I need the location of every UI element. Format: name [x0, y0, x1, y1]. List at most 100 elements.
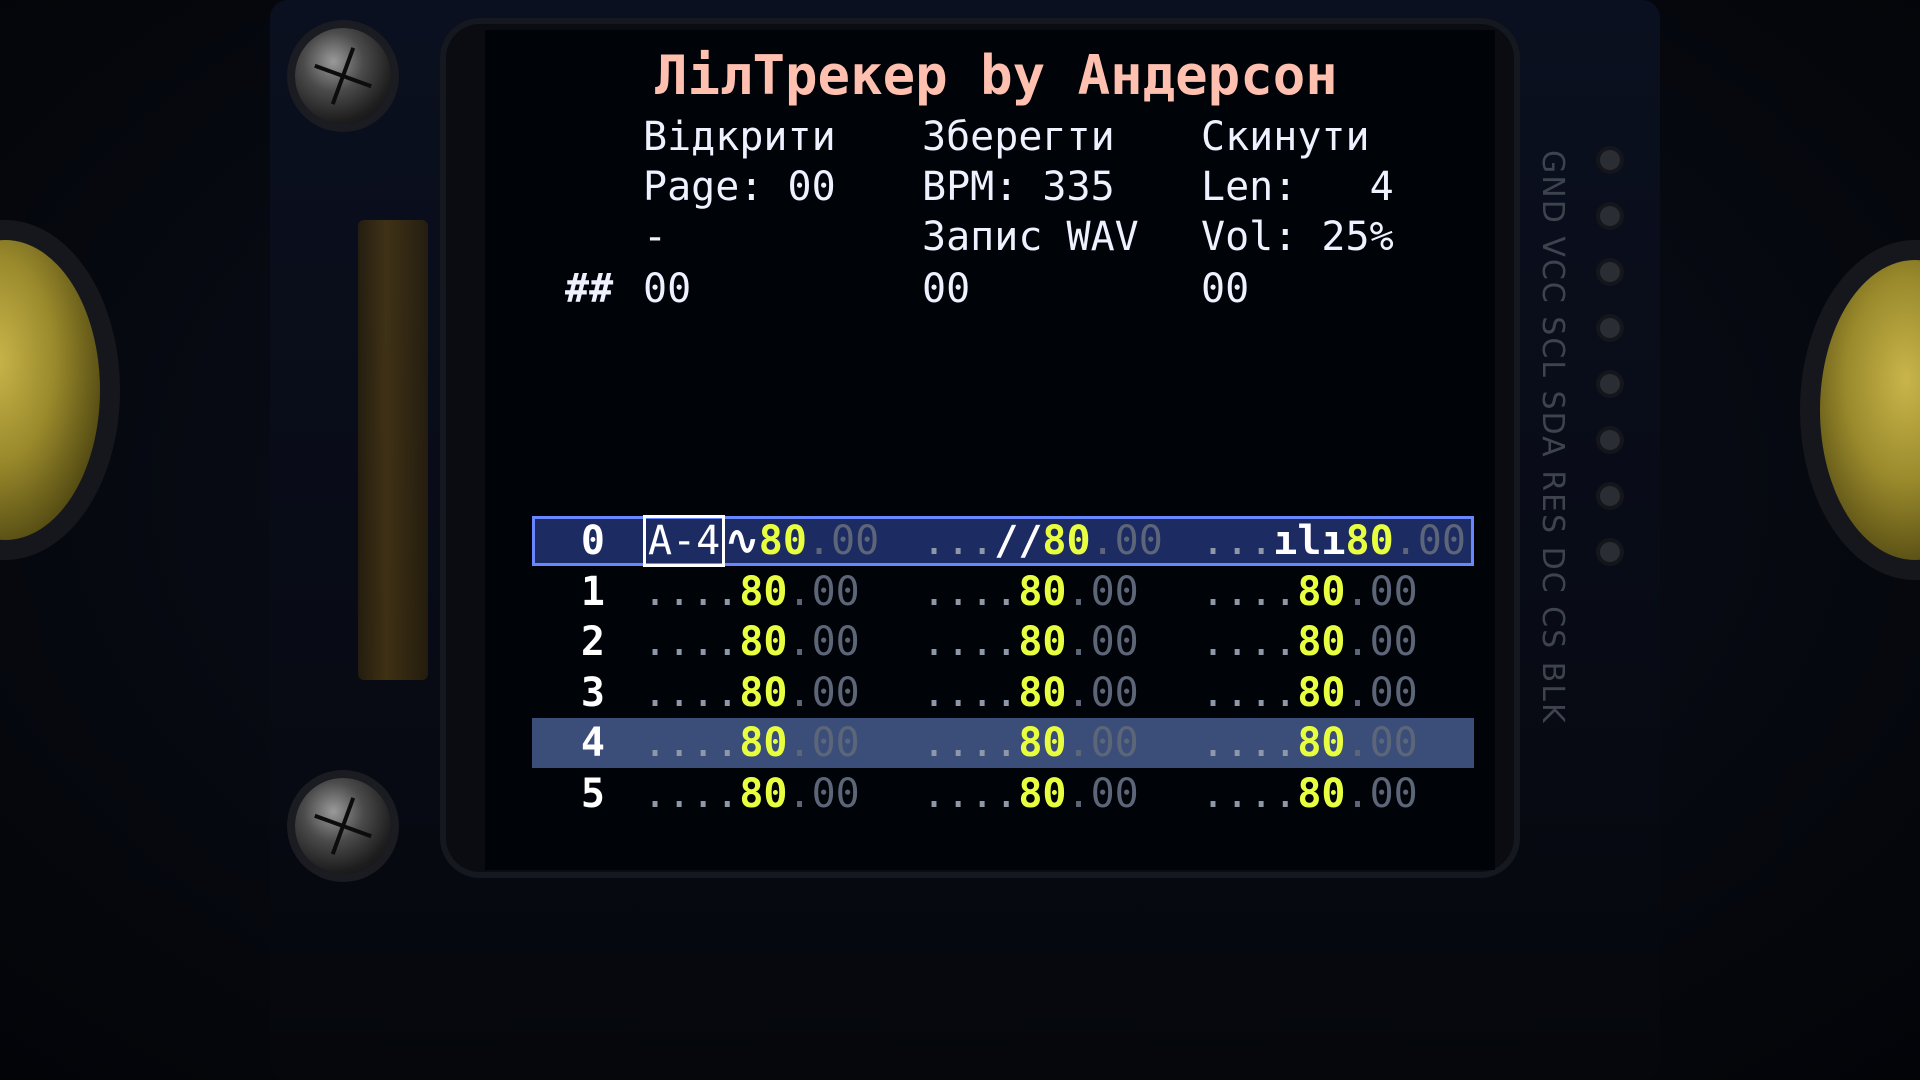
save-button[interactable]: Зберегти — [922, 114, 1115, 160]
effect-value: .00 — [1066, 670, 1139, 716]
effect-value: .00 — [1345, 720, 1418, 766]
effect-value: .00 — [1345, 569, 1418, 615]
note-cursor[interactable]: A-4 — [643, 515, 726, 567]
pattern-cell[interactable]: ....80.00 — [643, 617, 860, 667]
instrument-value: 80 — [1345, 518, 1394, 564]
effect-value: .00 — [787, 720, 860, 766]
instrument-value: 80 — [739, 619, 788, 665]
sine-wave-icon: ∿ — [725, 518, 759, 564]
empty-note: .... — [1201, 670, 1298, 716]
record-wav-button[interactable]: Запис WAV — [922, 214, 1139, 260]
open-button[interactable]: Відкрити — [643, 114, 836, 160]
pattern-row[interactable]: 1 ....80.00 ....80.00 ....80.00 — [535, 567, 1475, 617]
effect-value: .00 — [1345, 619, 1418, 665]
pattern-cell[interactable]: ....80.00 — [922, 668, 1139, 718]
empty-note: .... — [922, 619, 1019, 665]
effect-value: .00 — [1066, 619, 1139, 665]
page-selector[interactable]: Page: 00 — [643, 164, 836, 210]
pattern-row[interactable]: 4 ....80.00 ....80.00 ....80.00 — [535, 718, 1475, 768]
effect-value: .00 — [1393, 518, 1466, 564]
empty-note: .... — [1201, 619, 1298, 665]
effect-value: .00 — [787, 569, 860, 615]
empty-note: .... — [1201, 771, 1298, 817]
instrument-value: 80 — [1042, 518, 1091, 564]
empty-note: ... — [1201, 518, 1274, 564]
effect-value: .00 — [806, 518, 880, 564]
instrument-value: 80 — [1018, 569, 1067, 615]
effect-value: .00 — [787, 771, 860, 817]
screw-icon — [295, 28, 391, 124]
row-number: 2 — [580, 619, 605, 665]
pattern-cell[interactable]: ....80.00 — [1201, 718, 1418, 768]
instrument-value: 80 — [1297, 720, 1346, 766]
pattern-cell[interactable]: ....80.00 — [1201, 668, 1418, 718]
instrument-value: 80 — [739, 670, 788, 716]
instrument-value: 80 — [739, 569, 788, 615]
pattern-cell[interactable]: ....80.00 — [922, 769, 1139, 819]
instrument-value: 80 — [1297, 569, 1346, 615]
effect-value: .00 — [1345, 771, 1418, 817]
pattern-cell[interactable]: ....80.00 — [643, 567, 860, 617]
empty-note: .... — [922, 569, 1019, 615]
bpm-control[interactable]: BPM: 335 — [922, 164, 1115, 210]
pattern-row[interactable]: 2 ....80.00 ....80.00 ....80.00 — [535, 617, 1475, 667]
empty-note: .... — [1201, 720, 1298, 766]
empty-note: .... — [922, 670, 1019, 716]
instrument-value: 80 — [1018, 720, 1067, 766]
pattern-cell[interactable]: ....80.00 — [1201, 617, 1418, 667]
pattern-cell[interactable]: ....80.00 — [643, 668, 860, 718]
instrument-value: 80 — [1018, 670, 1067, 716]
pattern-cell[interactable]: ....80.00 — [643, 718, 860, 768]
pattern-row[interactable]: 3 ....80.00 ....80.00 ....80.00 — [535, 668, 1475, 718]
effect-value: .00 — [787, 619, 860, 665]
pattern-row[interactable]: 5 ....80.00 ....80.00 ....80.00 — [535, 769, 1475, 819]
pattern-cell[interactable]: ....80.00 — [1201, 567, 1418, 617]
empty-note: .... — [922, 720, 1019, 766]
instrument-value: 80 — [739, 720, 788, 766]
pattern-row[interactable]: 0 A-4 ∿80.00 ...∕∕80.00 ...ılı80.00 — [535, 515, 1475, 567]
channel-1-header[interactable]: 00 — [643, 266, 691, 312]
empty-note: .... — [643, 720, 740, 766]
volume-control[interactable]: Vol: 25% — [1201, 214, 1394, 260]
effect-value: .00 — [1066, 720, 1139, 766]
instrument-value: 80 — [1297, 771, 1346, 817]
pattern-cell[interactable]: ....80.00 — [922, 617, 1139, 667]
pattern-cell[interactable]: ...ılı80.00 — [1201, 516, 1466, 566]
pattern-cell[interactable]: ....80.00 — [922, 567, 1139, 617]
channel-3-header[interactable]: 00 — [1201, 266, 1249, 312]
device-photo: GND VCC SCL SDA RES DC CS BLK ЛілТрекер … — [0, 0, 1920, 1080]
reset-button[interactable]: Скинути — [1201, 114, 1370, 160]
length-control[interactable]: Len: 4 — [1201, 164, 1394, 210]
empty-note: .... — [643, 670, 740, 716]
row-number: 4 — [580, 720, 605, 766]
pattern-cell[interactable]: ....80.00 — [1201, 769, 1418, 819]
empty-note: .... — [643, 619, 740, 665]
effect-value: .00 — [787, 670, 860, 716]
pin-header — [1600, 150, 1630, 730]
effect-value: .00 — [1090, 518, 1163, 564]
pin-labels: GND VCC SCL SDA RES DC CS BLK — [1535, 150, 1570, 725]
instrument-value: 80 — [758, 518, 807, 564]
effect-value: .00 — [1345, 670, 1418, 716]
screw-icon — [295, 778, 391, 874]
instrument-value: 80 — [1018, 771, 1067, 817]
pattern-cell[interactable]: ....80.00 — [922, 718, 1139, 768]
lcd-screen: ЛілТрекер by Андерсон Відкрити Зберегти … — [485, 30, 1495, 870]
empty-note: .... — [643, 569, 740, 615]
instrument-value: 80 — [1297, 670, 1346, 716]
app-title: ЛілТрекер by Андерсон — [655, 44, 1338, 107]
instrument-value: 80 — [1018, 619, 1067, 665]
effect-value: .00 — [1066, 771, 1139, 817]
pattern-cell[interactable]: A-4 ∿80.00 — [643, 515, 880, 567]
empty-note: ... — [922, 518, 995, 564]
empty-note: .... — [1201, 569, 1298, 615]
sawtooth-wave-icon: ∕∕ — [994, 518, 1043, 564]
header-hash: ## — [565, 266, 614, 312]
pattern-cell[interactable]: ...∕∕80.00 — [922, 516, 1163, 566]
row-number: 3 — [580, 670, 605, 716]
pattern-cell[interactable]: ....80.00 — [643, 769, 860, 819]
instrument-value: 80 — [1297, 619, 1346, 665]
effect-value: .00 — [1066, 569, 1139, 615]
row-number: 5 — [580, 771, 605, 817]
channel-2-header[interactable]: 00 — [922, 266, 970, 312]
